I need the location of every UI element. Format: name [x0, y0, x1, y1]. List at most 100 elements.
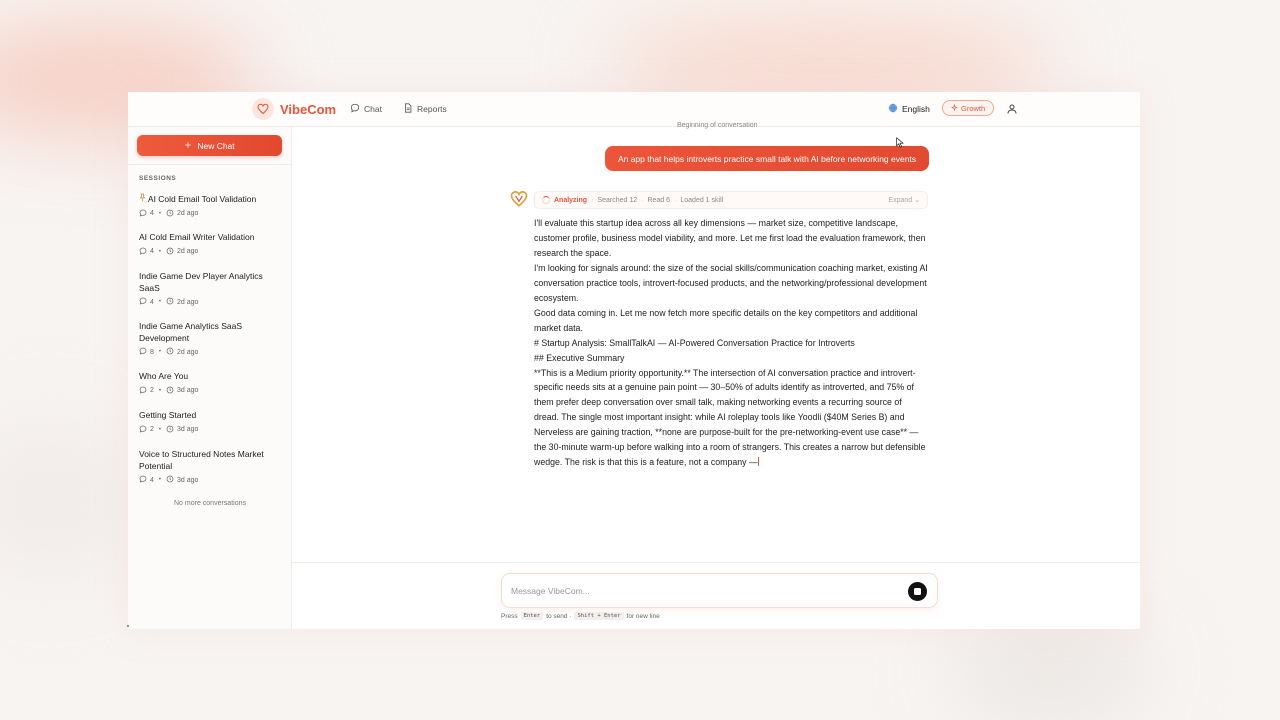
nav-chat-label: Chat: [364, 104, 382, 114]
list-item[interactable]: AI Cold Email Tool Validation 4 • 2d ago: [139, 193, 284, 219]
separator-dot: ·: [674, 196, 677, 204]
session-title-row: AI Cold Email Tool Validation: [139, 193, 284, 206]
list-item[interactable]: AI Cold Email Writer Validation 4 • 2d a…: [139, 232, 284, 257]
new-chat-button[interactable]: New Chat: [137, 135, 282, 156]
backdrop-blob: [950, 620, 1150, 720]
assistant-heart-icon: [510, 190, 528, 213]
session-age: 3d ago: [177, 387, 199, 394]
chat-main: Beginning of conversation An app that he…: [292, 122, 1140, 629]
session-title: Indie Game Analytics SaaS Development: [139, 321, 243, 343]
answer-summary-text: **This is a Medium priority opportunity.…: [534, 367, 926, 468]
sessions-heading: SESSIONS: [139, 175, 177, 182]
expand-toggle[interactable]: Expand ⌄: [888, 196, 920, 204]
session-meta: 4 • 2d ago: [139, 247, 284, 257]
message-count-icon: [139, 247, 147, 257]
assistant-message: I'll evaluate this startup idea across a…: [534, 216, 928, 470]
stop-generation-button[interactable]: [908, 582, 927, 601]
list-item[interactable]: Indie Game Dev Player Analytics SaaS 4 •…: [139, 271, 284, 307]
list-item[interactable]: Who Are You 2 • 3d ago: [139, 371, 284, 396]
enter-key: Enter: [520, 612, 544, 620]
message-count-icon: [139, 425, 147, 435]
separator-dot: ·: [641, 196, 644, 204]
answer-paragraph: Good data coming in. Let me now fetch mo…: [534, 307, 918, 333]
separator-dot: •: [158, 349, 162, 355]
nav-chat[interactable]: Chat: [350, 103, 382, 115]
session-title: Getting Started: [139, 410, 197, 420]
session-age: 2d ago: [177, 210, 199, 217]
sparkle-icon: [951, 104, 958, 113]
nav-reports[interactable]: Reports: [403, 103, 447, 115]
backdrop-blob: [0, 420, 140, 580]
clock-icon: [166, 475, 174, 485]
message-count: 4: [150, 476, 154, 484]
separator-dot: •: [158, 299, 162, 305]
answer-heading: # Startup Analysis: SmallTalkAI — AI-Pow…: [534, 337, 855, 348]
document-icon: [403, 103, 413, 115]
answer-paragraph: I'll evaluate this startup idea across a…: [534, 218, 926, 258]
list-item[interactable]: Indie Game Analytics SaaS Development 8 …: [139, 321, 284, 357]
stop-icon: [914, 588, 921, 595]
nav-reports-label: Reports: [417, 104, 447, 114]
session-meta: 2 • 3d ago: [139, 425, 284, 435]
status-state: Analyzing: [554, 196, 588, 204]
composer-divider: [292, 562, 1140, 563]
expand-label: Expand: [888, 197, 913, 204]
language-label: English: [902, 104, 930, 114]
message-count-icon: [139, 347, 147, 357]
typing-cursor: [757, 457, 759, 467]
mouse-cursor-icon: [896, 135, 904, 153]
session-title: Voice to Structured Notes Market Potenti…: [139, 449, 264, 471]
message-count: 4: [150, 298, 154, 306]
hint-new-line: for new line: [626, 612, 660, 620]
new-chat-label: New Chat: [197, 140, 235, 151]
message-input[interactable]: [511, 584, 891, 598]
session-age: 2d ago: [177, 248, 199, 255]
composer-hint: Press Enter to send · Shift + Enter for …: [501, 612, 660, 620]
chevron-down-icon: ⌄: [914, 197, 920, 204]
user-message-bubble: An app that helps introverts practice sm…: [605, 146, 929, 171]
agent-status-bar[interactable]: Analyzing · Searched 12 · Read 6 · Loade…: [534, 191, 928, 209]
shift-enter-key: Shift + Enter: [574, 612, 624, 620]
session-age: 3d ago: [177, 426, 199, 433]
spinner-icon: [542, 196, 550, 204]
hint-press: Press: [501, 612, 518, 620]
list-item[interactable]: Getting Started 2 • 3d ago: [139, 410, 284, 435]
clock-icon: [166, 209, 174, 219]
message-count: 4: [150, 210, 154, 217]
logo[interactable]: VibeCom: [252, 98, 336, 120]
language-selector[interactable]: English: [888, 103, 930, 115]
pin-icon: [139, 193, 148, 204]
sidebar-divider: [128, 164, 292, 165]
status-loaded: Loaded 1 skill: [680, 196, 724, 204]
answer-paragraph: I'm looking for signals around: the size…: [534, 262, 928, 303]
message-count-icon: [139, 475, 147, 485]
message-count: 2: [150, 387, 154, 394]
session-meta: 4 • 2d ago: [139, 297, 284, 307]
message-count: 2: [150, 426, 154, 433]
no-more-conversations: No more conversations: [174, 500, 246, 507]
app-window: VibeCom Chat Reports English Growth New …: [128, 92, 1140, 629]
answer-paragraph-streaming: **This is a Medium priority opportunity.…: [534, 366, 928, 471]
session-meta: 4 • 2d ago: [139, 209, 284, 219]
clock-icon: [166, 247, 174, 257]
message-composer: [501, 573, 938, 608]
separator-dot: •: [158, 477, 162, 483]
plan-badge[interactable]: Growth: [942, 100, 995, 116]
message-count-icon: [139, 386, 147, 396]
plus-icon: [184, 141, 192, 151]
separator-dot: •: [158, 387, 162, 394]
hint-to-send: to send ·: [546, 612, 572, 620]
message-count: 4: [150, 248, 154, 255]
message-count: 8: [150, 348, 154, 356]
user-icon[interactable]: [1006, 102, 1018, 120]
answer-subheading: ## Executive Summary: [534, 352, 625, 363]
separator-dot: •: [158, 210, 162, 217]
heart-logo-icon: [252, 98, 274, 120]
edge-mark: [127, 625, 129, 627]
clock-icon: [166, 386, 174, 396]
session-title: AI Cold Email Tool Validation: [147, 194, 257, 204]
session-age: 2d ago: [177, 298, 199, 306]
list-item[interactable]: Voice to Structured Notes Market Potenti…: [139, 449, 284, 485]
globe-icon: [888, 103, 898, 115]
top-bar: VibeCom Chat Reports English Growth: [128, 92, 1140, 127]
